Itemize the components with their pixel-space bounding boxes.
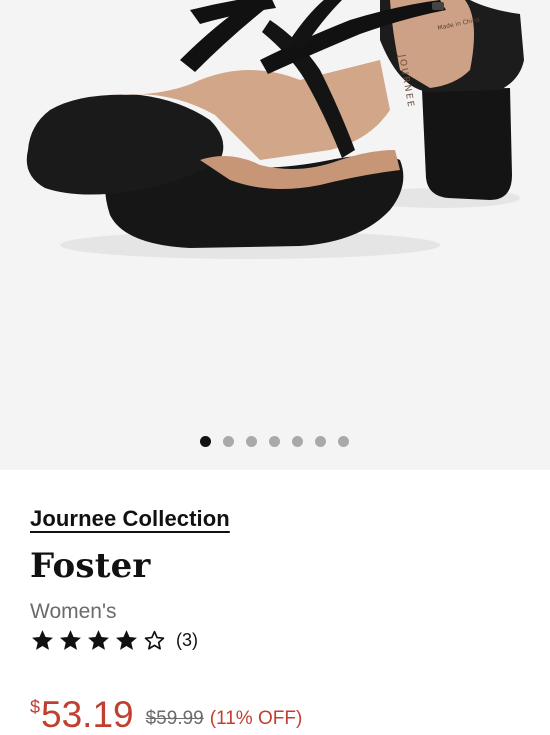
carousel-dot-6[interactable]	[315, 436, 326, 447]
price-block: $53.19 $59.99 (11% OFF)	[30, 696, 302, 733]
rating-summary[interactable]: (3)	[30, 628, 198, 653]
carousel-dot-5[interactable]	[292, 436, 303, 447]
original-price: $59.99	[145, 708, 204, 729]
product-title: Foster	[30, 546, 151, 586]
carousel-dot-7[interactable]	[338, 436, 349, 447]
current-price-value: 53.19	[41, 694, 134, 735]
discount-label: (11% OFF)	[209, 708, 303, 729]
carousel-dot-2[interactable]	[223, 436, 234, 447]
star-filled-icon	[60, 630, 81, 650]
star-filled-icon	[32, 630, 53, 650]
review-count[interactable]: (3)	[176, 630, 198, 651]
carousel-dot-1[interactable]	[200, 436, 211, 447]
star-filled-icon	[88, 630, 109, 650]
carousel-dot-4[interactable]	[269, 436, 280, 447]
currency-symbol: $	[30, 697, 41, 717]
carousel-dot-3[interactable]	[246, 436, 257, 447]
product-image[interactable]: JOURNEE Made in China	[0, 0, 550, 470]
brand-link[interactable]: Journee Collection	[30, 506, 230, 532]
gender-label: Women's	[30, 600, 117, 623]
product-image-carousel[interactable]: JOURNEE Made in China	[0, 0, 550, 470]
star-filled-icon	[116, 630, 137, 650]
star-outline-icon	[144, 630, 165, 650]
carousel-pagination	[200, 436, 349, 447]
current-price: $53.19	[30, 696, 134, 733]
